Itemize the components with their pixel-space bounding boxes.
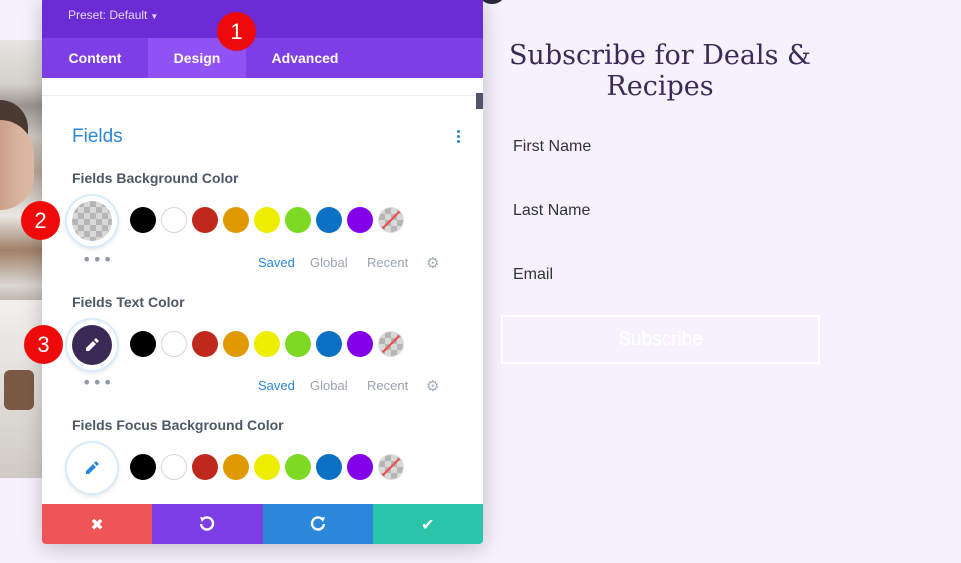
first-name-field[interactable]: First Name xyxy=(513,138,591,156)
swatch-black[interactable] xyxy=(130,331,156,357)
last-name-field[interactable]: Last Name xyxy=(513,202,590,220)
swatch-black[interactable] xyxy=(130,207,156,233)
current-color-swatch[interactable] xyxy=(67,196,117,246)
swatch-white[interactable] xyxy=(161,454,187,480)
section-title[interactable]: Fields xyxy=(72,126,123,148)
preview-title: Subscribe for Deals & Recipes xyxy=(508,40,812,102)
fields-text-color-label: Fields Text Color xyxy=(72,294,185,310)
swatch-black[interactable] xyxy=(130,454,156,480)
swatch-orange[interactable] xyxy=(223,454,249,480)
redo-button[interactable] xyxy=(262,504,373,544)
eyedropper-icon xyxy=(72,448,112,488)
swatch-green[interactable] xyxy=(285,207,311,233)
swatch-purple[interactable] xyxy=(347,331,373,357)
gear-icon[interactable]: ⚙ xyxy=(426,256,439,271)
background-photo xyxy=(0,40,42,478)
current-color-swatch[interactable] xyxy=(67,443,117,493)
modal-header: Preset: Default ▼ xyxy=(42,0,483,38)
swatch-white[interactable] xyxy=(161,207,187,233)
palette-global-tab[interactable]: Global xyxy=(310,255,348,270)
swatch-purple[interactable] xyxy=(347,454,373,480)
swatch-purple[interactable] xyxy=(347,207,373,233)
divider xyxy=(42,95,483,96)
photo-mug xyxy=(4,370,34,410)
subscribe-button[interactable]: Subscribe xyxy=(501,315,820,364)
swatch-red[interactable] xyxy=(192,207,218,233)
current-color-swatch[interactable] xyxy=(67,320,117,370)
swatch-none[interactable] xyxy=(378,207,404,233)
step-marker-1: 1 xyxy=(217,12,256,51)
undo-button[interactable] xyxy=(152,504,263,544)
caret-down-icon: ▼ xyxy=(150,12,159,21)
gear-icon[interactable]: ⚙ xyxy=(426,379,439,394)
swatch-yellow[interactable] xyxy=(254,454,280,480)
tab-advanced[interactable]: Advanced xyxy=(246,38,364,78)
swatch-blue[interactable] xyxy=(316,207,342,233)
step-marker-2: 2 xyxy=(21,201,60,240)
eyedropper-icon xyxy=(72,325,112,365)
palette-global-tab[interactable]: Global xyxy=(310,378,348,393)
fields-background-color-label: Fields Background Color xyxy=(72,170,239,186)
palette-recent-tab[interactable]: Recent xyxy=(367,255,408,270)
preset-selector[interactable]: Preset: Default ▼ xyxy=(68,8,158,22)
modal-tabs: Content Design Advanced xyxy=(42,38,483,78)
palette-saved-tab[interactable]: Saved xyxy=(258,255,295,270)
more-swatches-icon[interactable]: ••• xyxy=(82,252,113,268)
check-icon: ✔ xyxy=(421,514,435,534)
swatch-red[interactable] xyxy=(192,454,218,480)
transparent-swatch-icon xyxy=(72,201,112,241)
swatch-yellow[interactable] xyxy=(254,331,280,357)
swatch-none[interactable] xyxy=(378,331,404,357)
more-swatches-icon[interactable]: ••• xyxy=(82,375,113,391)
preset-label: Preset: Default xyxy=(68,8,148,22)
fields-focus-background-color-label: Fields Focus Background Color xyxy=(72,417,284,433)
close-icon: ✖ xyxy=(90,514,104,534)
modal-footer: ✖ ✔ xyxy=(42,504,483,544)
palette-saved-tab[interactable]: Saved xyxy=(258,378,295,393)
swatch-red[interactable] xyxy=(192,331,218,357)
save-button[interactable]: ✔ xyxy=(372,504,483,544)
swatch-orange[interactable] xyxy=(223,207,249,233)
undo-icon xyxy=(200,516,215,531)
swatch-orange[interactable] xyxy=(223,331,249,357)
swatch-blue[interactable] xyxy=(316,454,342,480)
redo-icon xyxy=(310,516,325,531)
palette-recent-tab[interactable]: Recent xyxy=(367,378,408,393)
swatch-none[interactable] xyxy=(378,454,404,480)
swatch-blue[interactable] xyxy=(316,331,342,357)
photo-face xyxy=(0,120,34,210)
swatch-yellow[interactable] xyxy=(254,207,280,233)
cancel-button[interactable]: ✖ xyxy=(42,504,153,544)
scrollbar[interactable] xyxy=(476,93,483,109)
swatch-green[interactable] xyxy=(285,331,311,357)
more-options-icon[interactable] xyxy=(455,130,461,143)
email-field[interactable]: Email xyxy=(513,266,553,284)
step-marker-3: 3 xyxy=(24,325,63,364)
swatch-green[interactable] xyxy=(285,454,311,480)
form-preview: Subscribe for Deals & Recipes First Name… xyxy=(485,0,961,563)
swatch-white[interactable] xyxy=(161,331,187,357)
settings-modal: Preset: Default ▼ Content Design Advanced… xyxy=(42,0,483,544)
tab-content[interactable]: Content xyxy=(42,38,148,78)
